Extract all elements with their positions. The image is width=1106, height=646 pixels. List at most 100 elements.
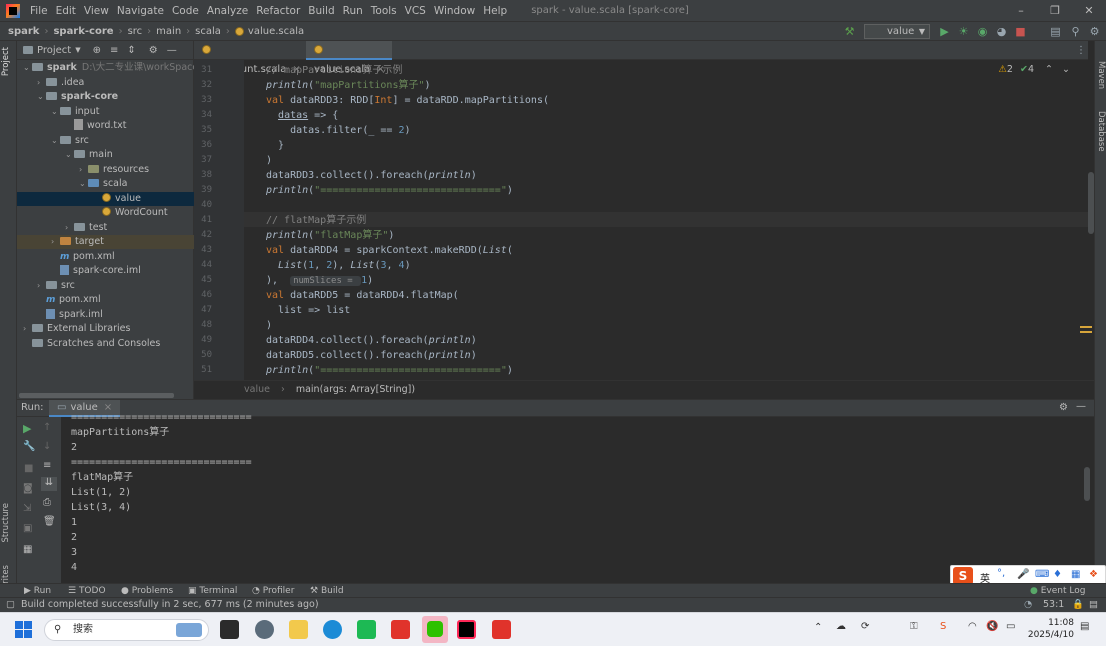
profiler-icon[interactable]: ◕ [995, 25, 1008, 38]
breadcrumb-spark[interactable]: spark [8, 26, 39, 37]
caret-position[interactable]: 53:1 [1043, 598, 1064, 612]
lock-icon[interactable]: 🔒 [1072, 598, 1084, 612]
print-icon[interactable]: ⎙ [43, 497, 51, 508]
tool-tab-problems[interactable]: ● Problems [121, 585, 173, 597]
chevron-right-icon[interactable]: › [23, 322, 32, 336]
edge-browser-icon[interactable] [323, 620, 342, 639]
menu-item-build[interactable]: Build [304, 5, 338, 17]
tool-tab-build[interactable]: ⚒ Build [310, 585, 344, 597]
tab-maven[interactable]: Maven [1096, 61, 1106, 89]
tree-item[interactable]: spark.iml [17, 308, 194, 322]
project-view-select[interactable]: Project [37, 45, 71, 56]
wechat-work-icon[interactable] [357, 620, 376, 639]
status-message[interactable]: Build completed successfully in 2 sec, 6… [21, 598, 319, 612]
search-everywhere-icon[interactable]: ⚲ [1069, 25, 1082, 38]
chevron-down-icon[interactable]: ▼ [75, 46, 80, 54]
tool-tab-terminal[interactable]: ▣ Terminal [188, 585, 237, 597]
coverage-icon[interactable]: ◉ [976, 25, 989, 38]
tree-item[interactable]: m pom.xml [17, 293, 194, 307]
console-scrollbar[interactable] [1084, 467, 1090, 501]
tab-value-scala[interactable]: value.scala × [306, 41, 392, 75]
menu-item-navigate[interactable]: Navigate [113, 5, 168, 17]
chevron-down-icon[interactable]: ⌄ [65, 148, 74, 162]
minimize-button[interactable]: – [1004, 0, 1038, 21]
chevron-right-icon[interactable]: › [79, 163, 88, 177]
menu-item-help[interactable]: Help [479, 5, 511, 17]
chevron-down-icon[interactable]: ⌄ [79, 177, 88, 191]
chevron-right-icon[interactable]: › [37, 279, 46, 293]
scroll-to-end-icon[interactable]: ⇊ [41, 477, 57, 491]
breadcrumb-scala[interactable]: scala [195, 26, 221, 37]
build-hammer-icon[interactable]: ⚒ [843, 25, 856, 38]
chevron-right-icon[interactable]: › [51, 235, 60, 249]
memory-icon[interactable]: ◔ [1024, 598, 1032, 612]
stop-icon[interactable]: ■ [24, 463, 33, 474]
run-icon[interactable]: ▶ [938, 25, 951, 38]
menu-item-vcs[interactable]: VCS [401, 5, 430, 17]
soft-wrap-icon[interactable]: ≡ [43, 460, 51, 471]
tree-item[interactable]: ⌄ src [17, 134, 194, 148]
menu-item-run[interactable]: Run [339, 5, 367, 17]
tree-item[interactable]: › test [17, 221, 194, 235]
wifi-icon[interactable]: ◠ [968, 621, 977, 632]
inspection-widget[interactable]: ⚠2 ✔4 ⌃ ⌄ [998, 64, 1070, 75]
notification-center-icon[interactable]: ▤ [1080, 621, 1089, 632]
menu-item-code[interactable]: Code [168, 5, 203, 17]
tree-item[interactable]: › src [17, 279, 194, 293]
tool-tab-profiler[interactable]: ◔ Profiler [252, 585, 294, 597]
tree-item[interactable]: Scratches and Consoles [17, 337, 194, 351]
tab-menu-icon[interactable]: ⋮ [1076, 41, 1086, 60]
tree-item[interactable]: ⌄ scala [17, 177, 194, 191]
menu-item-window[interactable]: Window [430, 5, 479, 17]
expand-all-icon[interactable]: ⇕ [127, 45, 135, 56]
menu-item-tools[interactable]: Tools [367, 5, 401, 17]
menu-item-analyze[interactable]: Analyze [203, 5, 252, 17]
breadcrumb-file[interactable]: value.scala [248, 26, 304, 37]
wps-app-icon[interactable] [391, 620, 410, 639]
sogou-tray-icon[interactable]: S [940, 621, 946, 632]
collapse-all-icon[interactable]: ≡ [110, 45, 118, 56]
breadcrumb-main[interactable]: main [156, 26, 181, 37]
chevron-down-icon[interactable]: ⌄ [1062, 64, 1070, 75]
toolbox-icon[interactable]: ▦ [1071, 569, 1080, 580]
taskbar-search[interactable]: ⚲ 搜索 [44, 619, 209, 641]
tree-item[interactable]: › target [17, 235, 194, 249]
grid-icon[interactable]: ▦ [23, 544, 32, 555]
project-structure-icon[interactable]: ▤ [1049, 25, 1062, 38]
up-arrow-icon[interactable]: ↑ [43, 422, 51, 433]
menu-item-file[interactable]: File [26, 5, 52, 17]
wechat-app-icon[interactable] [422, 616, 448, 643]
tab-project[interactable]: Project [1, 47, 11, 76]
debug-icon[interactable]: ☀ [957, 25, 970, 38]
tree-item[interactable]: › .idea [17, 76, 194, 90]
file-explorer-icon[interactable] [289, 620, 308, 639]
menu-item-edit[interactable]: Edit [52, 5, 80, 17]
settings-icon[interactable]: ⚙ [1088, 25, 1101, 38]
gear-icon[interactable]: ⚙ [1059, 402, 1068, 413]
chevron-down-icon[interactable]: ⌄ [23, 61, 32, 75]
cloud-icon[interactable]: ☁ [836, 621, 846, 632]
status-panel-icon[interactable]: ▢ [6, 598, 15, 612]
stop-icon[interactable]: ■ [1014, 25, 1027, 38]
menu-item-refactor[interactable]: Refactor [252, 5, 304, 17]
intellij-app-icon[interactable] [457, 620, 476, 639]
settings-app-icon[interactable] [255, 620, 274, 639]
hide-panel-icon[interactable]: — [167, 45, 177, 56]
tab-wordcount-scala[interactable]: WordCount.scala × [194, 41, 306, 75]
hide-panel-icon[interactable]: — [1076, 401, 1086, 412]
exit-icon[interactable]: ⇲ [23, 503, 31, 514]
chevron-down-icon[interactable]: ⌄ [51, 105, 60, 119]
run-configuration-select[interactable]: value ▼ [864, 24, 930, 39]
tool-tab-run[interactable]: ▶ Run [24, 585, 51, 597]
windows-start-icon[interactable] [15, 621, 32, 638]
code-editor[interactable]: // mapPartitions算子示例 println("mapPartiti… [244, 60, 1088, 380]
tree-item[interactable]: value [17, 191, 194, 206]
breadcrumb-src[interactable]: src [128, 26, 143, 37]
tree-item[interactable]: word.txt [17, 119, 194, 133]
trash-icon[interactable]: 🗑 [43, 516, 56, 527]
tree-item[interactable]: ⌄ spark-core [17, 90, 194, 104]
tree-item[interactable]: WordCount [17, 206, 194, 220]
tool-tab-todo[interactable]: ☰ TODO [68, 585, 106, 597]
tree-item[interactable]: ⌄ input [17, 105, 194, 119]
console-output[interactable]: ============================== mapPartiti… [61, 412, 1094, 583]
